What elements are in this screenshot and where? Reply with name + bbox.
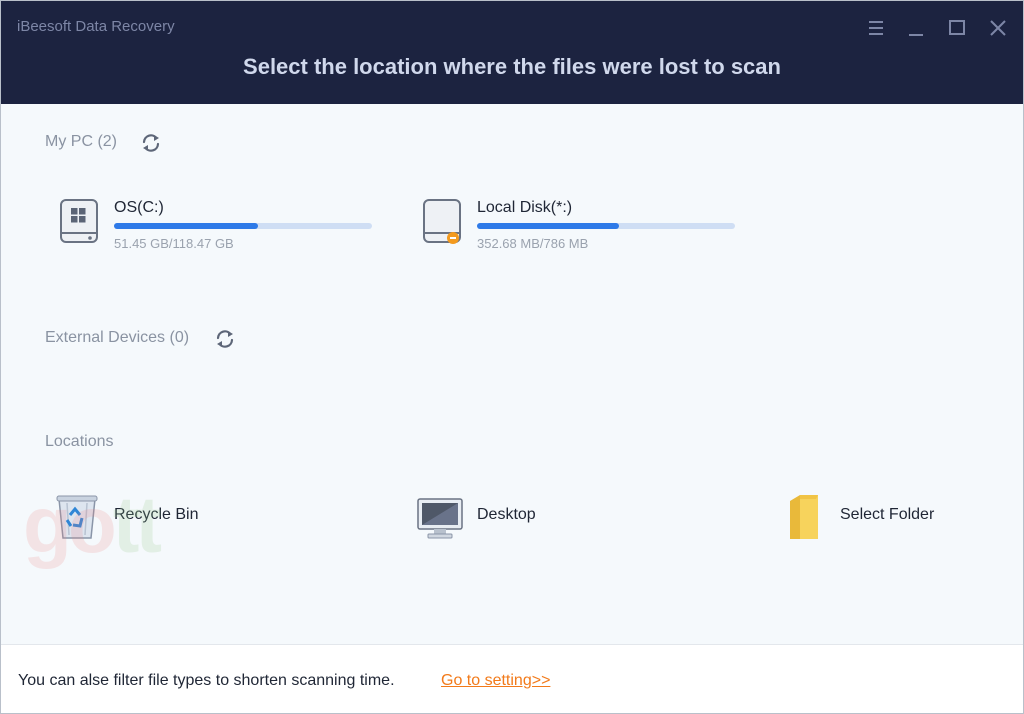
recycle-bin-icon — [53, 491, 101, 541]
go-to-setting-link[interactable]: Go to setting>> — [441, 672, 550, 690]
footer-hint: You can alse filter file types to shorte… — [18, 672, 395, 689]
app-window: iBeesoft Data Recovery Select the locati… — [0, 0, 1024, 714]
refresh-icon[interactable] — [140, 132, 162, 154]
footer-bar: You can alse filter file types to shorte… — [1, 644, 1023, 713]
location-desktop[interactable]: Desktop — [416, 491, 556, 543]
refresh-icon[interactable] — [214, 328, 236, 350]
drive-name: OS(C:) — [114, 199, 164, 216]
drive-size: 352.68 MB/786 MB — [477, 236, 589, 251]
page-headline: Select the location where the files were… — [243, 54, 781, 79]
desktop-icon — [416, 491, 464, 541]
location-name: Recycle Bin — [114, 506, 199, 523]
location-recycle-bin[interactable]: Recycle Bin — [53, 491, 213, 543]
my-pc-label: My PC (2) — [45, 133, 117, 150]
maximize-icon[interactable] — [944, 15, 970, 41]
close-icon[interactable] — [985, 15, 1011, 41]
title-bar: iBeesoft Data Recovery Select the locati… — [1, 1, 1023, 104]
local-disk-icon — [421, 198, 463, 246]
drive-usage-bar — [114, 223, 372, 229]
drive-name: Local Disk(*:) — [477, 199, 573, 216]
drive-usage-bar — [477, 223, 735, 229]
folder-icon — [786, 491, 834, 541]
location-select-folder[interactable]: Select Folder — [786, 491, 956, 543]
drive-size: 51.45 GB/118.47 GB — [114, 236, 234, 251]
external-devices-label: External Devices (0) — [45, 329, 190, 346]
drive-item[interactable]: OS(C:) 51.45 GB/118.47 GB — [58, 196, 388, 256]
location-name: Desktop — [477, 506, 536, 523]
locations-label: Locations — [45, 433, 114, 450]
location-name: Select Folder — [840, 506, 935, 523]
app-title: iBeesoft Data Recovery — [17, 18, 175, 35]
minimize-icon[interactable] — [903, 15, 929, 41]
menu-icon[interactable] — [863, 15, 889, 41]
drive-item[interactable]: Local Disk(*:) 352.68 MB/786 MB — [421, 196, 751, 256]
main-content: My PC (2) OS(C:) 51.45 GB/118.47 GB Loca… — [1, 104, 1023, 644]
windows-drive-icon — [58, 198, 100, 246]
